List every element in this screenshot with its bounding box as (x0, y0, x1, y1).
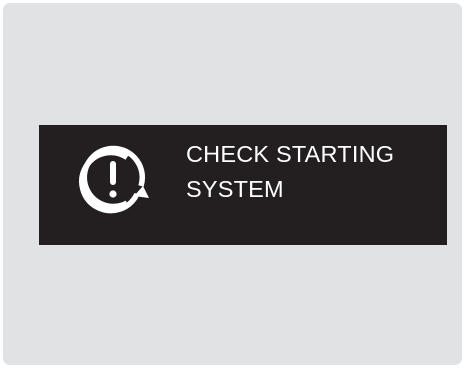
engine-start-warning-icon (79, 145, 149, 214)
warning-message-panel: CHECK STARTING SYSTEM (39, 125, 447, 245)
warning-frame: CHECK STARTING SYSTEM (3, 3, 462, 365)
warning-message-line-1: CHECK STARTING (186, 141, 395, 167)
warning-message: CHECK STARTING SYSTEM (186, 137, 394, 207)
warning-message-line-2: SYSTEM (186, 176, 284, 202)
